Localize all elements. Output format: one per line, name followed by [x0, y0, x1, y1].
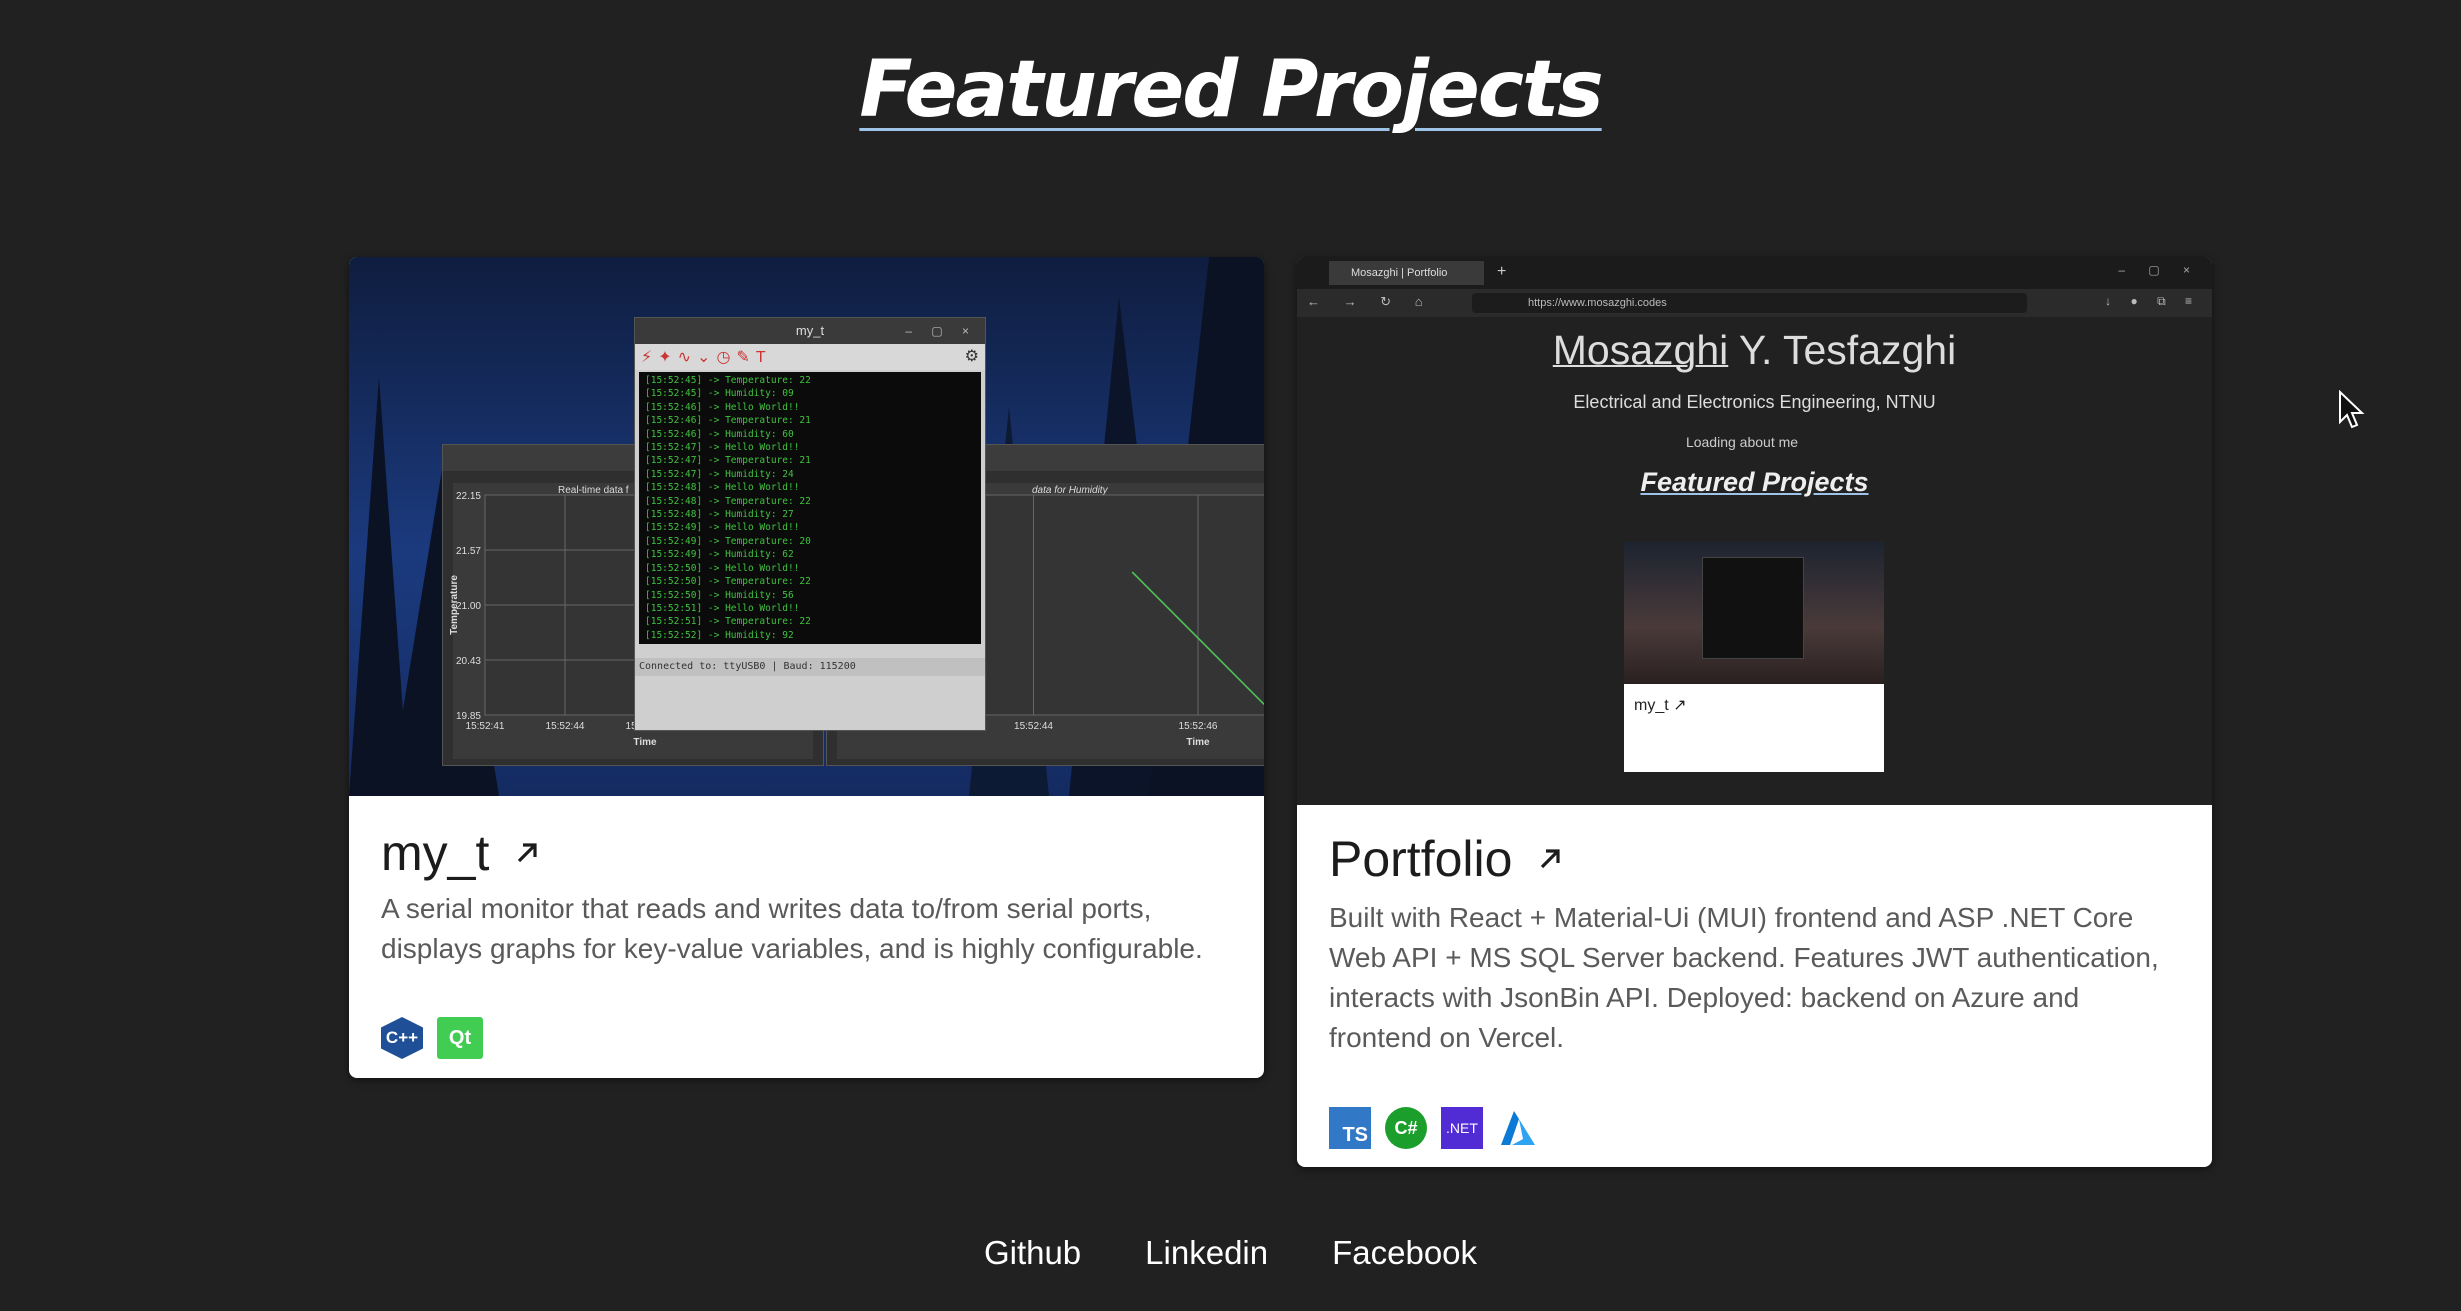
- serial-line: [15:52:46] -> Temperature: 21: [645, 415, 811, 427]
- serial-line: [15:52:46] -> Hello World!!: [645, 401, 800, 413]
- serial-line: [15:52:48] -> Humidity: 27: [645, 509, 794, 521]
- project-screenshot: – ▢ × Real-time data f 22.1521.5721.0020…: [349, 257, 1264, 796]
- serial-line: [15:52:51] -> Hello World!!: [645, 602, 800, 614]
- qt-icon: Qt: [437, 1017, 483, 1059]
- x-tick-label: 15:52:44: [546, 721, 585, 732]
- project-screenshot: Mosazghi | Portfolio + – ▢ × ← → ↻ ⌂ htt…: [1297, 257, 2212, 805]
- x-tick-label: 15:52:41: [466, 721, 505, 732]
- serial-line: [15:52:48] -> Hello World!!: [645, 482, 800, 494]
- browser-tab-bar: Mosazghi | Portfolio + – ▢ ×: [1297, 257, 2212, 289]
- portfolio-page-preview: Mosazghi Y. Tesfazghi Electrical and Ele…: [1297, 317, 2212, 805]
- typescript-icon: TS: [1329, 1107, 1371, 1149]
- x-axis-label: Time: [633, 737, 657, 748]
- nav-buttons-icon: ← → ↻ ⌂: [1307, 294, 1433, 309]
- x-tick-label: 15:52:44: [1014, 721, 1053, 732]
- tech-stack: TS C# .NET: [1329, 1107, 1539, 1149]
- window-controls-icon: – ▢ ×: [2118, 263, 2200, 277]
- project-card-portfolio[interactable]: Mosazghi | Portfolio + – ▢ × ← → ↻ ⌂ htt…: [1297, 257, 2212, 1167]
- csharp-icon: C#: [1385, 1107, 1427, 1149]
- portfolio-subtitle: Electrical and Electronics Engineering, …: [1573, 392, 1936, 412]
- browser-menu-icon: ↓ ● ⧉ ≡: [2105, 294, 2200, 308]
- dotnet-icon: .NET: [1441, 1107, 1483, 1149]
- x-axis-label: Time: [1186, 737, 1210, 748]
- page-title: Featured Projects: [859, 45, 1603, 135]
- mouse-cursor-icon: [2339, 390, 2365, 429]
- browser-tab: Mosazghi | Portfolio: [1329, 261, 1484, 285]
- new-tab-icon: +: [1497, 263, 1507, 280]
- serial-line: [15:52:49] -> Hello World!!: [645, 522, 800, 534]
- serial-line: [15:52:51] -> Temperature: 22: [645, 616, 811, 628]
- tech-stack: C++ Qt: [381, 1017, 483, 1059]
- serial-line: [15:52:50] -> Temperature: 22: [645, 576, 811, 588]
- facebook-link[interactable]: Facebook: [1332, 1234, 1477, 1272]
- linkedin-link[interactable]: Linkedin: [1145, 1234, 1268, 1272]
- project-card-my-t[interactable]: – ▢ × Real-time data f 22.1521.5721.0020…: [349, 257, 1264, 1078]
- footer-links: Github Linkedin Facebook: [0, 1234, 2461, 1272]
- serial-line: [15:52:47] -> Humidity: 24: [645, 468, 794, 480]
- x-tick-label: 15:52:46: [1179, 721, 1218, 732]
- url-field: https://www.mosazghi.codes: [1472, 293, 2027, 313]
- project-title[interactable]: Portfolio: [1329, 830, 1566, 888]
- cpp-icon: C++: [381, 1017, 423, 1059]
- loading-text: Loading about me: [1685, 434, 1799, 450]
- settings-icon: ⚙: [964, 348, 979, 365]
- serial-line: [15:52:47] -> Temperature: 21: [645, 455, 811, 467]
- y-tick-label: 21.57: [456, 546, 481, 557]
- serial-monitor-window: my_t – ▢ × ⚡✦∿⌄◷✎T ⚙ [15:52:45] -> Temper…: [634, 317, 986, 731]
- serial-line: [15:52:50] -> Hello World!!: [645, 562, 800, 574]
- y-axis-label: Temperature: [449, 575, 460, 635]
- portfolio-mini-card: my_t ↗: [1624, 542, 1884, 772]
- serial-line: [15:52:47] -> Hello World!!: [645, 442, 800, 454]
- project-title[interactable]: my_t: [381, 824, 543, 882]
- github-link[interactable]: Github: [984, 1234, 1081, 1272]
- browser-address-bar: ← → ↻ ⌂ https://www.mosazghi.codes ↓ ● ⧉…: [1297, 289, 2212, 318]
- portfolio-name: Mosazghi Y. Tesfazghi: [1552, 327, 1957, 373]
- azure-icon: [1497, 1107, 1539, 1149]
- serial-toolbar: ⚡✦∿⌄◷✎T ⚙: [635, 344, 985, 370]
- serial-output: [15:52:45] -> Temperature: 22 [15:52:45] …: [639, 372, 981, 644]
- external-link-arrow-icon[interactable]: [511, 837, 543, 869]
- project-description: A serial monitor that reads and writes d…: [381, 893, 1203, 964]
- serial-line: [15:52:45] -> Humidity: 09: [645, 388, 794, 400]
- external-link-arrow-icon[interactable]: [1534, 843, 1566, 875]
- serial-line: [15:52:45] -> Temperature: 22: [645, 375, 811, 386]
- serial-line: [15:52:46] -> Humidity: 60: [645, 428, 794, 440]
- serial-line: [15:52:50] -> Humidity: 56: [645, 589, 794, 601]
- serial-line: [15:52:52] -> Humidity: 92: [645, 629, 794, 641]
- serial-line: [15:52:49] -> Humidity: 62: [645, 549, 794, 561]
- serial-line: [15:52:48] -> Temperature: 22: [645, 495, 811, 507]
- y-tick-label: 22.15: [456, 491, 481, 502]
- portfolio-featured-heading: Featured Projects: [1640, 467, 1869, 497]
- y-tick-label: 20.43: [456, 656, 481, 667]
- serial-line: [15:52:49] -> Temperature: 20: [645, 535, 811, 547]
- serial-status: Connected to: ttyUSB0 | Baud: 115200: [635, 658, 985, 676]
- project-description: Built with React + Material-Ui (MUI) fro…: [1329, 902, 2159, 1053]
